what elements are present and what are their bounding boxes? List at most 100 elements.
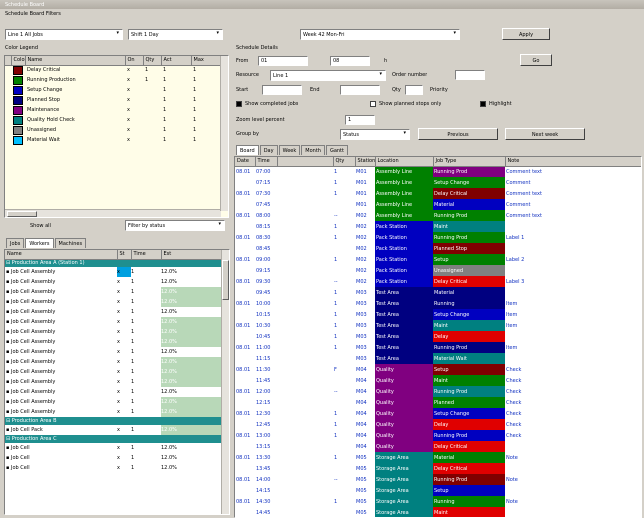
tab-jobs[interactable]: Jobs (6, 238, 25, 248)
legend-show-all[interactable]: Show all (30, 223, 51, 229)
schedule-row[interactable]: 07:45 M01 Assembly Line Material Comment (235, 199, 641, 210)
job-row[interactable]: ▪ Job Cell Assembly x 1 12.0% (5, 387, 221, 397)
job-row[interactable]: ▪ Job Cell x 1 12.0% (5, 463, 221, 473)
previous-button[interactable]: Previous (418, 128, 498, 140)
legend-col-header[interactable]: On (125, 56, 144, 66)
grid-col-header[interactable]: Location (375, 157, 434, 167)
schedule-row[interactable]: 08.01 10:30 1 M03 Test Area Maint Item (235, 320, 641, 331)
grid-col-header[interactable]: Job Type (433, 157, 506, 167)
schedule-row[interactable]: 08.01 12:30 1 M04 Quality Setup Change Check (235, 408, 641, 419)
job-row[interactable]: ▪ Job Cell x 1 12.0% (5, 453, 221, 463)
line-combo[interactable]: Line 1 All Jobs ▾ (5, 29, 123, 40)
group-header-row[interactable]: ⊟ Production Area B (5, 417, 221, 425)
grid-tab-month[interactable]: Month (301, 145, 325, 155)
schedule-row[interactable]: 12:45 1 M04 Quality Delay Check (235, 419, 641, 430)
legend-row[interactable]: Quality Hold Check x 1 1 (5, 115, 221, 125)
legend-row[interactable]: Unassigned x 1 1 (5, 125, 221, 135)
tab-machines[interactable]: Machines (54, 238, 87, 248)
job-row[interactable]: ▪ Job Cell Assembly x 1 12.0% (5, 347, 221, 357)
color-swatch[interactable] (13, 95, 23, 105)
grid-col-header[interactable]: Station (355, 157, 376, 167)
go-button[interactable]: Go (520, 54, 552, 66)
schedule-row[interactable]: 08:45 M02 Pack Station Planned Stop (235, 243, 641, 254)
schedule-row[interactable]: 08.01 11:00 1 M03 Test Area Running Prod Item (235, 342, 641, 353)
legend-col-header[interactable]: Name (25, 56, 126, 66)
schedule-row[interactable]: 09:45 1 M03 Test Area Material (235, 287, 641, 298)
job-row[interactable]: ▪ Job Cell Assembly x 1 12.0% (5, 287, 221, 297)
schedule-row[interactable]: 11:45 M04 Quality Maint Check (235, 375, 641, 386)
grid-tab-day[interactable]: Day (259, 145, 278, 155)
grid-col-header[interactable]: Date (235, 157, 256, 167)
legend-row[interactable]: Setup Change x 1 1 (5, 85, 221, 95)
qty-field[interactable] (405, 85, 423, 95)
job-row[interactable]: ▪ Job Cell Assembly x 1 12.0% (5, 357, 221, 367)
week-combo[interactable]: Week 42 Mon-Fri ▾ (300, 29, 460, 40)
color-swatch[interactable] (13, 125, 23, 135)
legend-filter-combo[interactable]: Filter by status ▾ (125, 220, 225, 231)
from-field[interactable]: 01 (258, 56, 308, 66)
schedule-row[interactable]: 08.01 11:30 F M04 Quality Setup Check (235, 364, 641, 375)
color-swatch[interactable] (13, 135, 23, 145)
start-field[interactable] (262, 85, 302, 95)
schedule-row[interactable]: 08.01 07:30 1 M01 Assembly Line Delay Critica… (235, 188, 641, 199)
group-by-combo[interactable]: Status ▾ (340, 129, 410, 140)
schedule-row[interactable]: 14:15 M05 Storage Area Setup (235, 485, 641, 496)
color-swatch[interactable] (13, 85, 23, 95)
job-row[interactable]: ▪ Job Cell Assembly x 1 12.0% (5, 317, 221, 327)
job-row[interactable]: ▪ Job Cell Assembly x 1 12.0% (5, 407, 221, 417)
job-col-header[interactable]: Est (161, 250, 222, 260)
schedule-row[interactable]: 14:45 M05 Storage Area Maint (235, 507, 641, 517)
schedule-row[interactable]: 08.01 09:00 1 M02 Pack Station Setup Label 2 (235, 254, 641, 265)
legend-row[interactable]: Delay Critical x 1 1 1 (5, 65, 221, 75)
legend-row[interactable]: Running Production x 1 1 1 (5, 75, 221, 85)
next-week-button[interactable]: Next week (505, 128, 585, 140)
schedule-row[interactable]: 08.01 14:30 1 M05 Storage Area Running Note (235, 496, 641, 507)
grid-tab-week[interactable]: Week (278, 145, 301, 155)
job-col-header[interactable]: Time (131, 250, 162, 260)
job-row[interactable]: ▪ Job Cell Pack x 1 12.0% (5, 425, 221, 435)
planned-stops-checkbox[interactable] (370, 101, 376, 107)
job-row[interactable]: ▪ Job Cell Assembly x 1 12.0% (5, 307, 221, 317)
schedule-row[interactable]: 10:45 1 M03 Test Area Delay (235, 331, 641, 342)
schedule-row[interactable]: 07:15 1 M01 Assembly Line Setup Change Commen… (235, 177, 641, 188)
job-row[interactable]: ▪ Job Cell Assembly x 1 12.0% (5, 277, 221, 287)
end-field[interactable] (340, 85, 380, 95)
legend-col-header[interactable]: Qty (143, 56, 162, 66)
legend-row[interactable]: Material Wait x 1 1 (5, 135, 221, 145)
color-swatch[interactable] (13, 115, 23, 125)
job-row[interactable]: ▪ Job Cell Assembly x 1 12.0% (5, 297, 221, 307)
legend-row[interactable]: Planned Stop x 1 1 (5, 95, 221, 105)
job-row[interactable]: ▪ Job Cell x 1 12.0% (5, 443, 221, 453)
legend-h-scrollbar[interactable] (5, 209, 221, 217)
schedule-row[interactable]: 08.01 14:00 -- M05 Storage Area Running Prod N… (235, 474, 641, 485)
job-col-header[interactable]: St (117, 250, 132, 260)
legend-col-header[interactable]: Max (191, 56, 222, 66)
schedule-row[interactable]: 08.01 07:00 1 M01 Assembly Line Running Prod C… (235, 166, 641, 177)
schedule-row[interactable]: 08.01 08:30 1 M02 Pack Station Running Prod La… (235, 232, 641, 243)
grid-tab-gantt[interactable]: Gantt (325, 145, 348, 155)
job-row[interactable]: ▪ Job Cell Assembly x 1 12.0% (5, 337, 221, 347)
highlight-checkbox[interactable] (480, 101, 486, 107)
grid-col-header[interactable]: Time (255, 157, 278, 167)
to-field[interactable]: 08 (330, 56, 370, 66)
schedule-row[interactable]: 09:15 M02 Pack Station Unassigned (235, 265, 641, 276)
schedule-row[interactable]: 08.01 09:30 -- M02 Pack Station Delay Critica… (235, 276, 641, 287)
schedule-row[interactable]: 08.01 13:30 1 M05 Storage Area Material Note (235, 452, 641, 463)
group-header-row[interactable]: ⊟ Production Area A (Station 1) (5, 259, 221, 267)
resource-combo[interactable]: Line 1 ▾ (270, 70, 386, 81)
grid-tab-board[interactable]: Board (236, 145, 259, 155)
schedule-row[interactable]: 08.01 12:00 -- M04 Quality Running Prod Check (235, 386, 641, 397)
schedule-row[interactable]: 13:15 M04 Quality Delay Critical (235, 441, 641, 452)
schedule-row[interactable]: 11:15 M03 Test Area Material Wait (235, 353, 641, 364)
legend-col-header[interactable]: Color (11, 56, 26, 66)
schedule-row[interactable]: 08:15 1 M02 Pack Station Maint (235, 221, 641, 232)
order-field[interactable] (455, 70, 485, 80)
legend-row[interactable]: Maintenance x 1 1 (5, 105, 221, 115)
job-row[interactable]: ▪ Job Cell Assembly x 1 12.0% (5, 397, 221, 407)
zoom-field[interactable]: 1 (345, 115, 375, 125)
job-col-header[interactable]: Name (5, 250, 118, 260)
job-row[interactable]: ▪ Job Cell Assembly x 1 12.0% (5, 367, 221, 377)
show-completed-checkbox[interactable] (236, 101, 242, 107)
group-header-row[interactable]: ⊟ Production Area C (5, 435, 221, 443)
color-swatch[interactable] (13, 65, 23, 75)
